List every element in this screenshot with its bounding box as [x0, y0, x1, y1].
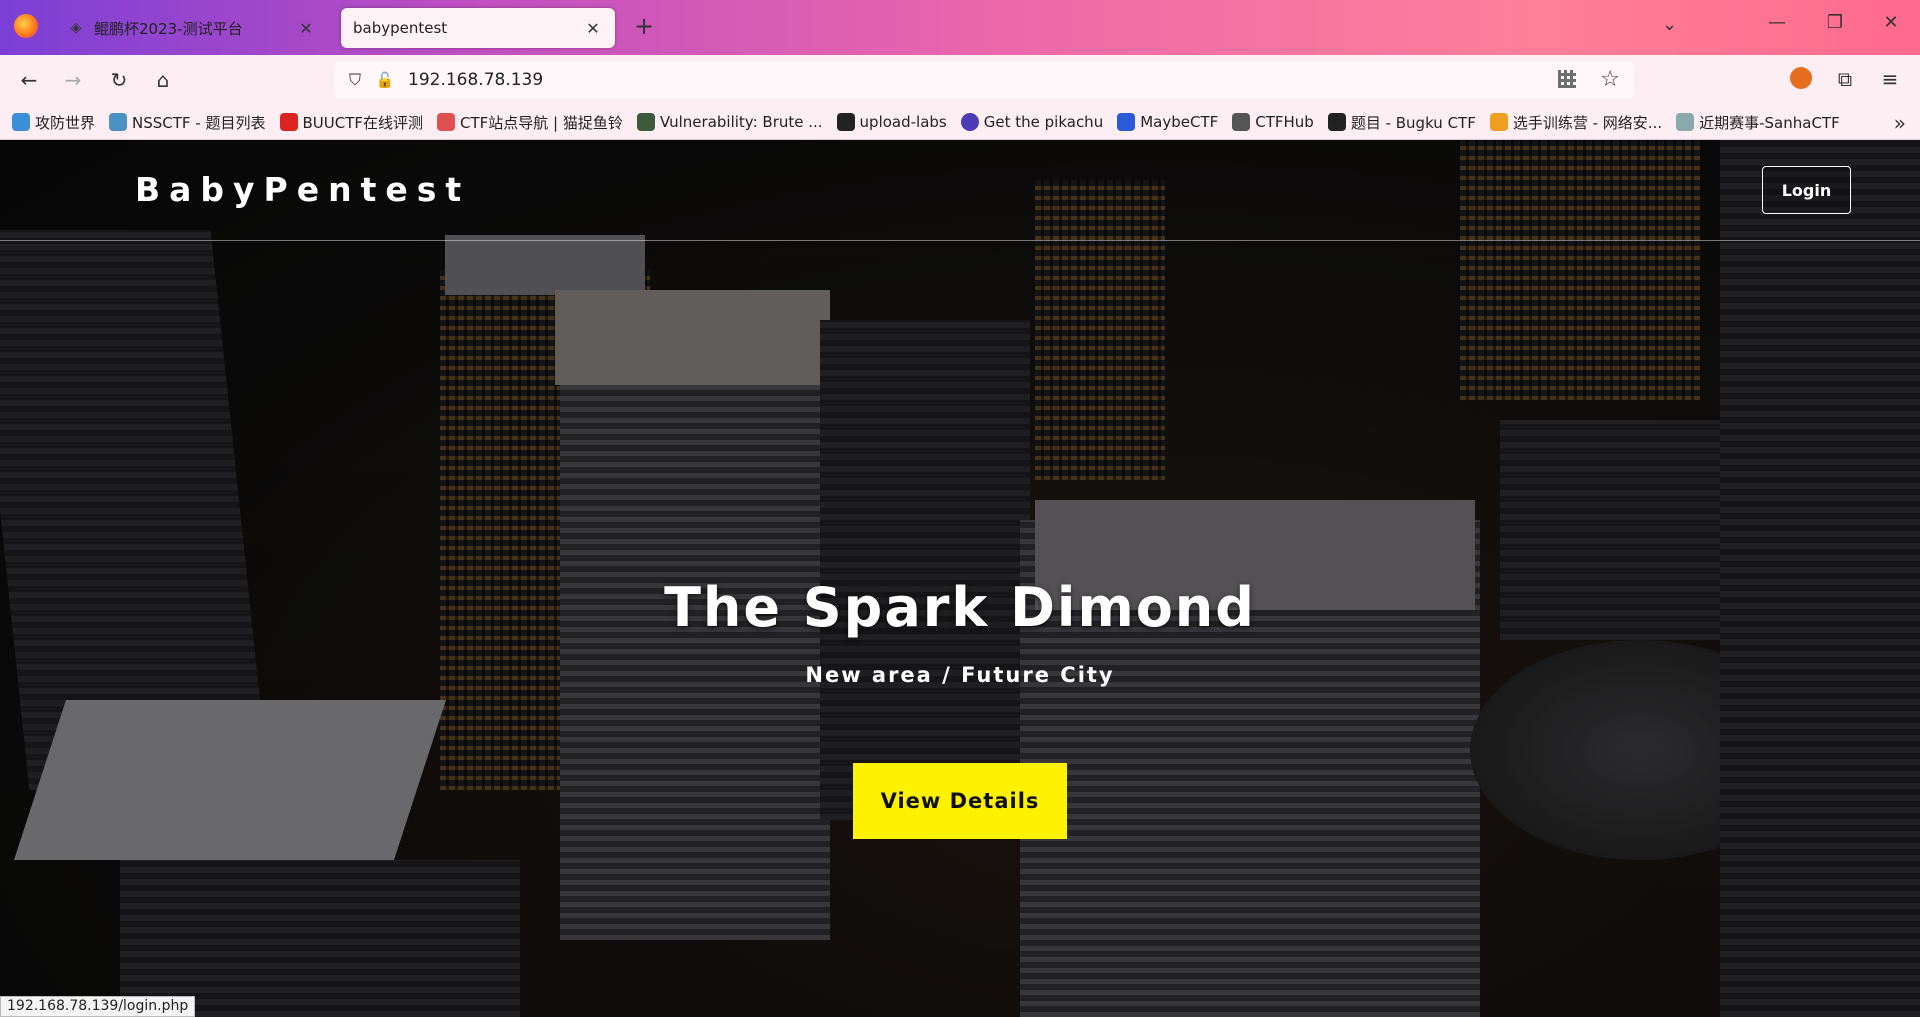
tab-title: babypentest: [353, 19, 448, 37]
bookmark-label: CTF站点导航 | 猫捉鱼铃: [460, 113, 623, 132]
menu-hamburger-icon[interactable]: ≡: [1875, 67, 1905, 91]
bookmark-item[interactable]: Get the pikachu: [960, 113, 1104, 131]
qr-code-icon[interactable]: [1558, 70, 1576, 88]
bookmark-favicon-icon: [636, 113, 655, 131]
bookmark-item[interactable]: CTF站点导航 | 猫捉鱼铃: [437, 112, 623, 133]
bookmark-item[interactable]: 攻防世界: [12, 112, 95, 133]
insecure-lock-icon[interactable]: 🔓: [374, 71, 396, 89]
web-page: BabyPentest Login The Spark Dimond New a…: [0, 140, 1920, 1017]
home-icon[interactable]: ⌂: [150, 67, 176, 93]
bookmark-favicon-icon: [1676, 113, 1695, 131]
bookmark-label: Vulnerability: Brute ...: [659, 113, 823, 131]
bookmark-item[interactable]: 选手训练营 - 网络安...: [1489, 112, 1663, 133]
navigation-bar: ← → ↻ ⌂ ⛉ 🔓 192.168.78.139 ☆ ⧉ ≡: [0, 55, 1920, 105]
close-tab-icon[interactable]: ✕: [583, 19, 603, 38]
firefox-logo-icon[interactable]: [14, 14, 38, 38]
site-header: BabyPentest Login: [0, 140, 1920, 241]
status-link-preview: 192.168.78.139/login.php: [0, 996, 196, 1017]
bookmark-star-icon[interactable]: ☆: [1600, 67, 1620, 92]
bookmark-label: NSSCTF - 题目列表: [132, 113, 266, 132]
bookmark-item[interactable]: MaybeCTF: [1117, 113, 1218, 131]
close-window-icon[interactable]: ✕: [1876, 12, 1906, 33]
bookmark-favicon-icon: [1232, 113, 1251, 131]
bookmark-item[interactable]: Vulnerability: Brute ...: [636, 113, 823, 131]
hero-subtitle: New area / Future City: [805, 663, 1115, 687]
tab-babypentest[interactable]: babypentest ✕: [341, 8, 615, 48]
close-tab-icon[interactable]: ✕: [296, 19, 316, 38]
tab-title: 鲲鹏杯2023-测试平台: [94, 19, 243, 38]
bookmark-label: Get the pikachu: [983, 113, 1104, 131]
bookmark-item[interactable]: 题目 - Bugku CTF: [1327, 112, 1476, 133]
bookmark-favicon-icon: [437, 113, 456, 131]
bookmark-label: BUUCTF在线评测: [302, 113, 424, 132]
bookmark-label: 近期赛事-SanhaCTF: [1699, 113, 1840, 132]
bookmark-label: upload-labs: [859, 113, 947, 131]
bookmark-favicon-icon: [12, 113, 30, 131]
bookmark-item[interactable]: CTFHub: [1232, 113, 1314, 131]
back-arrow-icon[interactable]: ←: [16, 67, 42, 93]
bookmark-favicon-icon: [1117, 113, 1136, 131]
bookmark-favicon-icon: [960, 113, 979, 131]
more-bookmarks-chevron-icon[interactable]: »: [1894, 111, 1906, 135]
bookmark-label: 选手训练营 - 网络安...: [1512, 113, 1663, 132]
bookmark-favicon-icon: [279, 113, 298, 131]
bookmark-favicon-icon: [1327, 113, 1346, 131]
bookmark-favicon-icon: [1489, 113, 1508, 131]
bookmark-item[interactable]: BUUCTF在线评测: [279, 112, 424, 133]
bookmark-favicon-icon: [836, 113, 855, 131]
extensions-puzzle-icon[interactable]: ⧉: [1830, 67, 1860, 91]
login-button[interactable]: Login: [1762, 166, 1851, 214]
restore-icon[interactable]: ❐: [1820, 12, 1850, 33]
tab-bar: ◈ 鲲鹏杯2023-测试平台 ✕ babypentest ✕ + ⌄ — ❐ ✕: [0, 0, 1920, 55]
list-tabs-chevron-icon[interactable]: ⌄: [1662, 14, 1677, 35]
tracking-shield-icon[interactable]: ⛉: [344, 70, 366, 90]
ublock-icon[interactable]: [1786, 67, 1816, 94]
bookmarks-toolbar: 攻防世界 NSSCTF - 题目列表 BUUCTF在线评测 CTF站点导航 | …: [0, 105, 1920, 140]
bookmark-favicon-icon: [109, 113, 128, 131]
address-bar[interactable]: ⛉ 🔓 192.168.78.139 ☆: [334, 61, 1634, 99]
new-tab-button[interactable]: +: [630, 12, 658, 40]
bookmark-label: 题目 - Bugku CTF: [1350, 113, 1476, 132]
tab-kunpeng[interactable]: ◈ 鲲鹏杯2023-测试平台 ✕: [56, 8, 328, 48]
browser-chrome: ◈ 鲲鹏杯2023-测试平台 ✕ babypentest ✕ + ⌄ — ❐ ✕…: [0, 0, 1920, 140]
bookmark-label: CTFHub: [1255, 113, 1314, 131]
bookmark-item[interactable]: NSSCTF - 题目列表: [109, 112, 266, 133]
site-brand[interactable]: BabyPentest: [135, 170, 470, 209]
bookmark-item[interactable]: 近期赛事-SanhaCTF: [1676, 112, 1840, 133]
view-details-button[interactable]: View Details: [853, 763, 1067, 839]
bookmark-label: 攻防世界: [35, 113, 96, 132]
bookmark-label: MaybeCTF: [1140, 113, 1219, 131]
hero-title: The Spark Dimond: [664, 576, 1256, 639]
reload-icon[interactable]: ↻: [106, 67, 132, 93]
minimize-icon[interactable]: —: [1762, 12, 1792, 33]
forward-arrow-icon[interactable]: →: [60, 67, 86, 93]
bookmark-item[interactable]: upload-labs: [836, 113, 947, 131]
site-favicon-icon: ◈: [70, 20, 82, 36]
url-text[interactable]: 192.168.78.139: [408, 70, 543, 90]
